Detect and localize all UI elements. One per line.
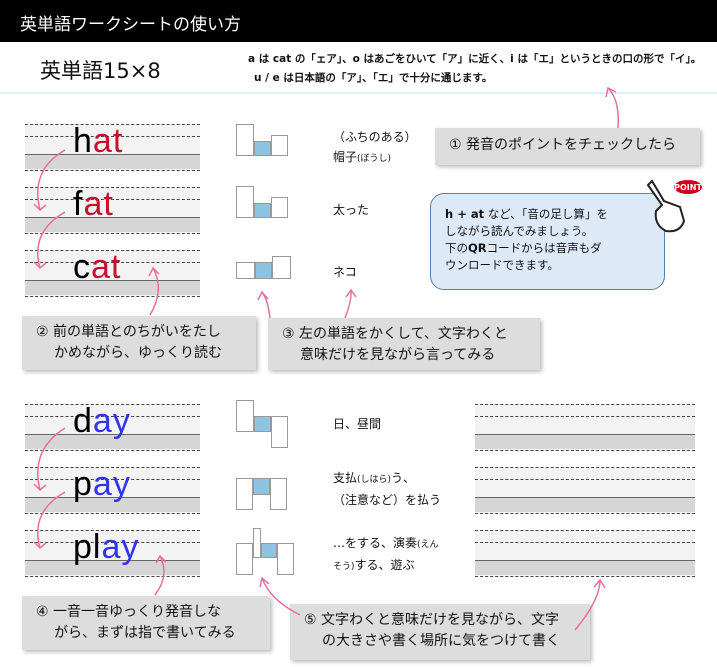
curved-arrow [33,491,66,550]
curved-arrow [33,211,66,270]
curved-arrow [259,576,301,616]
curved-arrow [574,578,606,631]
curved-arrow [154,554,167,596]
curved-arrow [33,427,66,492]
curved-arrow [257,290,271,319]
curved-arrow [344,288,357,319]
arrows-layer [33,86,620,631]
curved-arrow [33,149,66,212]
curved-arrow [148,266,160,316]
curved-arrow [605,86,620,129]
